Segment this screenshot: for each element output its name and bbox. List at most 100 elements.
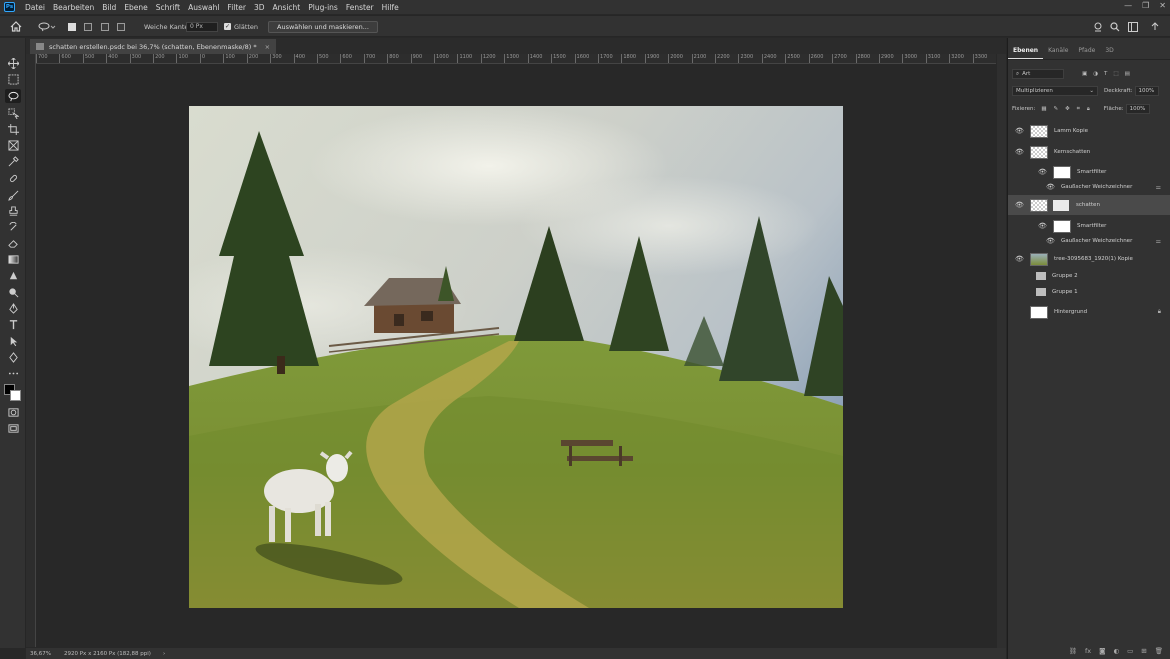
export-icon[interactable] (1150, 21, 1160, 32)
tab-ebenen[interactable]: Ebenen (1008, 44, 1044, 59)
blend-mode-select[interactable]: Multiplizieren ⌄ (1012, 86, 1098, 96)
menu-plugins[interactable]: Plug-ins (304, 3, 342, 12)
document-tab[interactable]: schatten erstellen.psdc bei 36,7% (schat… (30, 39, 277, 54)
layer-row[interactable]: 👁︎ Kernschatten (1008, 142, 1170, 162)
layer-filter-select[interactable]: ⌕ Art (1012, 69, 1064, 79)
layer-row[interactable]: 👁︎ Lamm Kopie (1008, 121, 1170, 141)
tab-pfade[interactable]: Pfade (1073, 44, 1100, 59)
screen-mode-icon[interactable] (5, 421, 21, 435)
shape-tool-icon[interactable] (5, 350, 21, 364)
opacity-input[interactable]: 100% (1134, 86, 1159, 96)
layer-row[interactable]: 👁︎Hintergrund🔒︎ (1008, 302, 1170, 322)
intersect-selection-icon[interactable] (117, 21, 125, 32)
filter-shape-icon[interactable]: ⬚ (1113, 71, 1118, 77)
stamp-tool-icon[interactable] (5, 204, 21, 218)
eraser-tool-icon[interactable] (5, 236, 21, 250)
lock-transparent-icon[interactable]: ▦ (1041, 106, 1046, 113)
tab-kanaele[interactable]: Kanäle (1043, 44, 1073, 59)
blur-tool-icon[interactable] (5, 269, 21, 283)
visibility-eye-icon[interactable]: 👁︎ (1046, 183, 1055, 191)
path-select-tool-icon[interactable] (5, 334, 21, 348)
object-select-tool-icon[interactable] (5, 106, 21, 120)
menu-3d[interactable]: 3D (250, 3, 269, 12)
layer-row[interactable]: 👁︎ Smartfilter (1008, 216, 1170, 236)
visibility-eye-icon[interactable]: 👁︎ (1015, 148, 1024, 156)
layer-row[interactable]: 👁︎ schatten (1008, 195, 1170, 215)
adjustment-layer-icon[interactable]: ◐ (1113, 647, 1119, 655)
lock-image-icon[interactable]: ✎ (1054, 106, 1059, 113)
menu-schrift[interactable]: Schrift (152, 3, 184, 12)
fill-input[interactable]: 100% (1125, 104, 1150, 114)
move-tool-icon[interactable] (5, 56, 21, 70)
filter-options-icon[interactable]: ⚌ (1156, 238, 1161, 245)
new-selection-icon[interactable] (68, 21, 76, 32)
lock-all-icon[interactable]: 🔒︎ (1087, 106, 1090, 113)
menu-bearbeiten[interactable]: Bearbeiten (49, 3, 98, 12)
delete-layer-icon[interactable]: 🗑︎ (1155, 647, 1163, 655)
status-arrow[interactable]: › (163, 651, 165, 657)
gradient-tool-icon[interactable] (5, 252, 21, 266)
new-group-icon[interactable]: ▭ (1127, 647, 1133, 655)
menu-bild[interactable]: Bild (98, 3, 120, 12)
filter-options-icon[interactable]: ⚌ (1156, 184, 1161, 191)
visibility-eye-icon[interactable]: 👁︎ (1015, 255, 1024, 263)
quick-mask-icon[interactable] (5, 405, 21, 419)
layer-row[interactable]: 👁︎ Smartfilter (1008, 162, 1170, 182)
marquee-tool-icon[interactable] (5, 72, 21, 86)
frame-tool-icon[interactable] (5, 138, 21, 152)
add-mask-icon[interactable]: ◙ (1099, 647, 1105, 655)
menu-auswahl[interactable]: Auswahl (184, 3, 223, 12)
tab-3d[interactable]: 3D (1100, 44, 1118, 59)
select-and-mask-button[interactable]: Auswählen und maskieren... (268, 20, 378, 33)
menu-hilfe[interactable]: Hilfe (378, 3, 403, 12)
link-layers-icon[interactable]: ⛓︎ (1069, 647, 1077, 655)
brush-tool-icon[interactable] (5, 188, 21, 202)
lasso-tool-icon[interactable] (5, 89, 21, 103)
close-tab-button[interactable]: × (265, 43, 270, 51)
visibility-eye-icon[interactable]: 👁︎ (1046, 237, 1055, 245)
background-color-swatch[interactable] (10, 390, 21, 401)
more-tools-icon[interactable] (5, 366, 21, 380)
minimize-button[interactable]: — (1124, 1, 1132, 10)
search-icon[interactable] (1110, 21, 1120, 32)
add-selection-icon[interactable] (84, 21, 92, 32)
canvas-scrollbar[interactable] (997, 54, 1006, 648)
menu-datei[interactable]: Datei (21, 3, 49, 12)
document-image[interactable] (189, 106, 843, 608)
visibility-eye-icon[interactable]: 👁︎ (1038, 168, 1047, 176)
restore-button[interactable]: ❐ (1142, 1, 1149, 10)
feather-input[interactable]: 0 Px (186, 21, 218, 32)
filter-type-icon[interactable]: T (1104, 71, 1107, 77)
new-layer-icon[interactable]: ⊞ (1141, 647, 1146, 655)
lock-position-icon[interactable]: ✥ (1065, 106, 1070, 113)
eyedropper-tool-icon[interactable] (5, 154, 21, 168)
antialias-checkbox[interactable]: ✓ Glätten (224, 21, 258, 32)
history-brush-tool-icon[interactable] (5, 220, 21, 234)
lasso-preset-icon[interactable] (38, 21, 56, 32)
menu-ansicht[interactable]: Ansicht (269, 3, 305, 12)
dodge-tool-icon[interactable] (5, 285, 21, 299)
subtract-selection-icon[interactable] (101, 21, 109, 32)
crop-tool-icon[interactable] (5, 122, 21, 136)
pen-tool-icon[interactable] (5, 301, 21, 315)
layer-row[interactable]: 👁︎Gruppe 2 (1008, 269, 1170, 283)
zoom-level[interactable]: 36,67% (30, 651, 60, 657)
filter-pixel-icon[interactable]: ▣ (1082, 71, 1087, 77)
layer-row[interactable]: 👁︎ Gaußscher Weichzeichner ⚌ (1008, 181, 1170, 193)
color-swatches[interactable] (4, 382, 22, 402)
filter-smart-icon[interactable]: ▤ (1125, 71, 1130, 77)
visibility-eye-icon[interactable]: 👁︎ (1015, 201, 1024, 209)
layer-style-icon[interactable]: fx (1085, 647, 1091, 655)
visibility-eye-icon[interactable]: 👁︎ (1015, 127, 1024, 135)
workspace-icon[interactable] (1128, 21, 1140, 32)
share-icon[interactable] (1093, 21, 1103, 32)
type-tool-icon[interactable] (5, 317, 21, 331)
menu-ebene[interactable]: Ebene (120, 3, 151, 12)
layer-row[interactable]: 👁︎ tree-3095683_1920(1) Kopie (1008, 249, 1170, 269)
close-window-button[interactable]: ✕ (1159, 1, 1166, 10)
visibility-eye-icon[interactable]: 👁︎ (1038, 222, 1047, 230)
layer-row[interactable]: 👁︎Gruppe 1 (1008, 285, 1170, 299)
home-icon[interactable] (10, 21, 22, 32)
layer-row[interactable]: 👁︎ Gaußscher Weichzeichner ⚌ (1008, 235, 1170, 247)
healing-brush-tool-icon[interactable] (5, 171, 21, 185)
